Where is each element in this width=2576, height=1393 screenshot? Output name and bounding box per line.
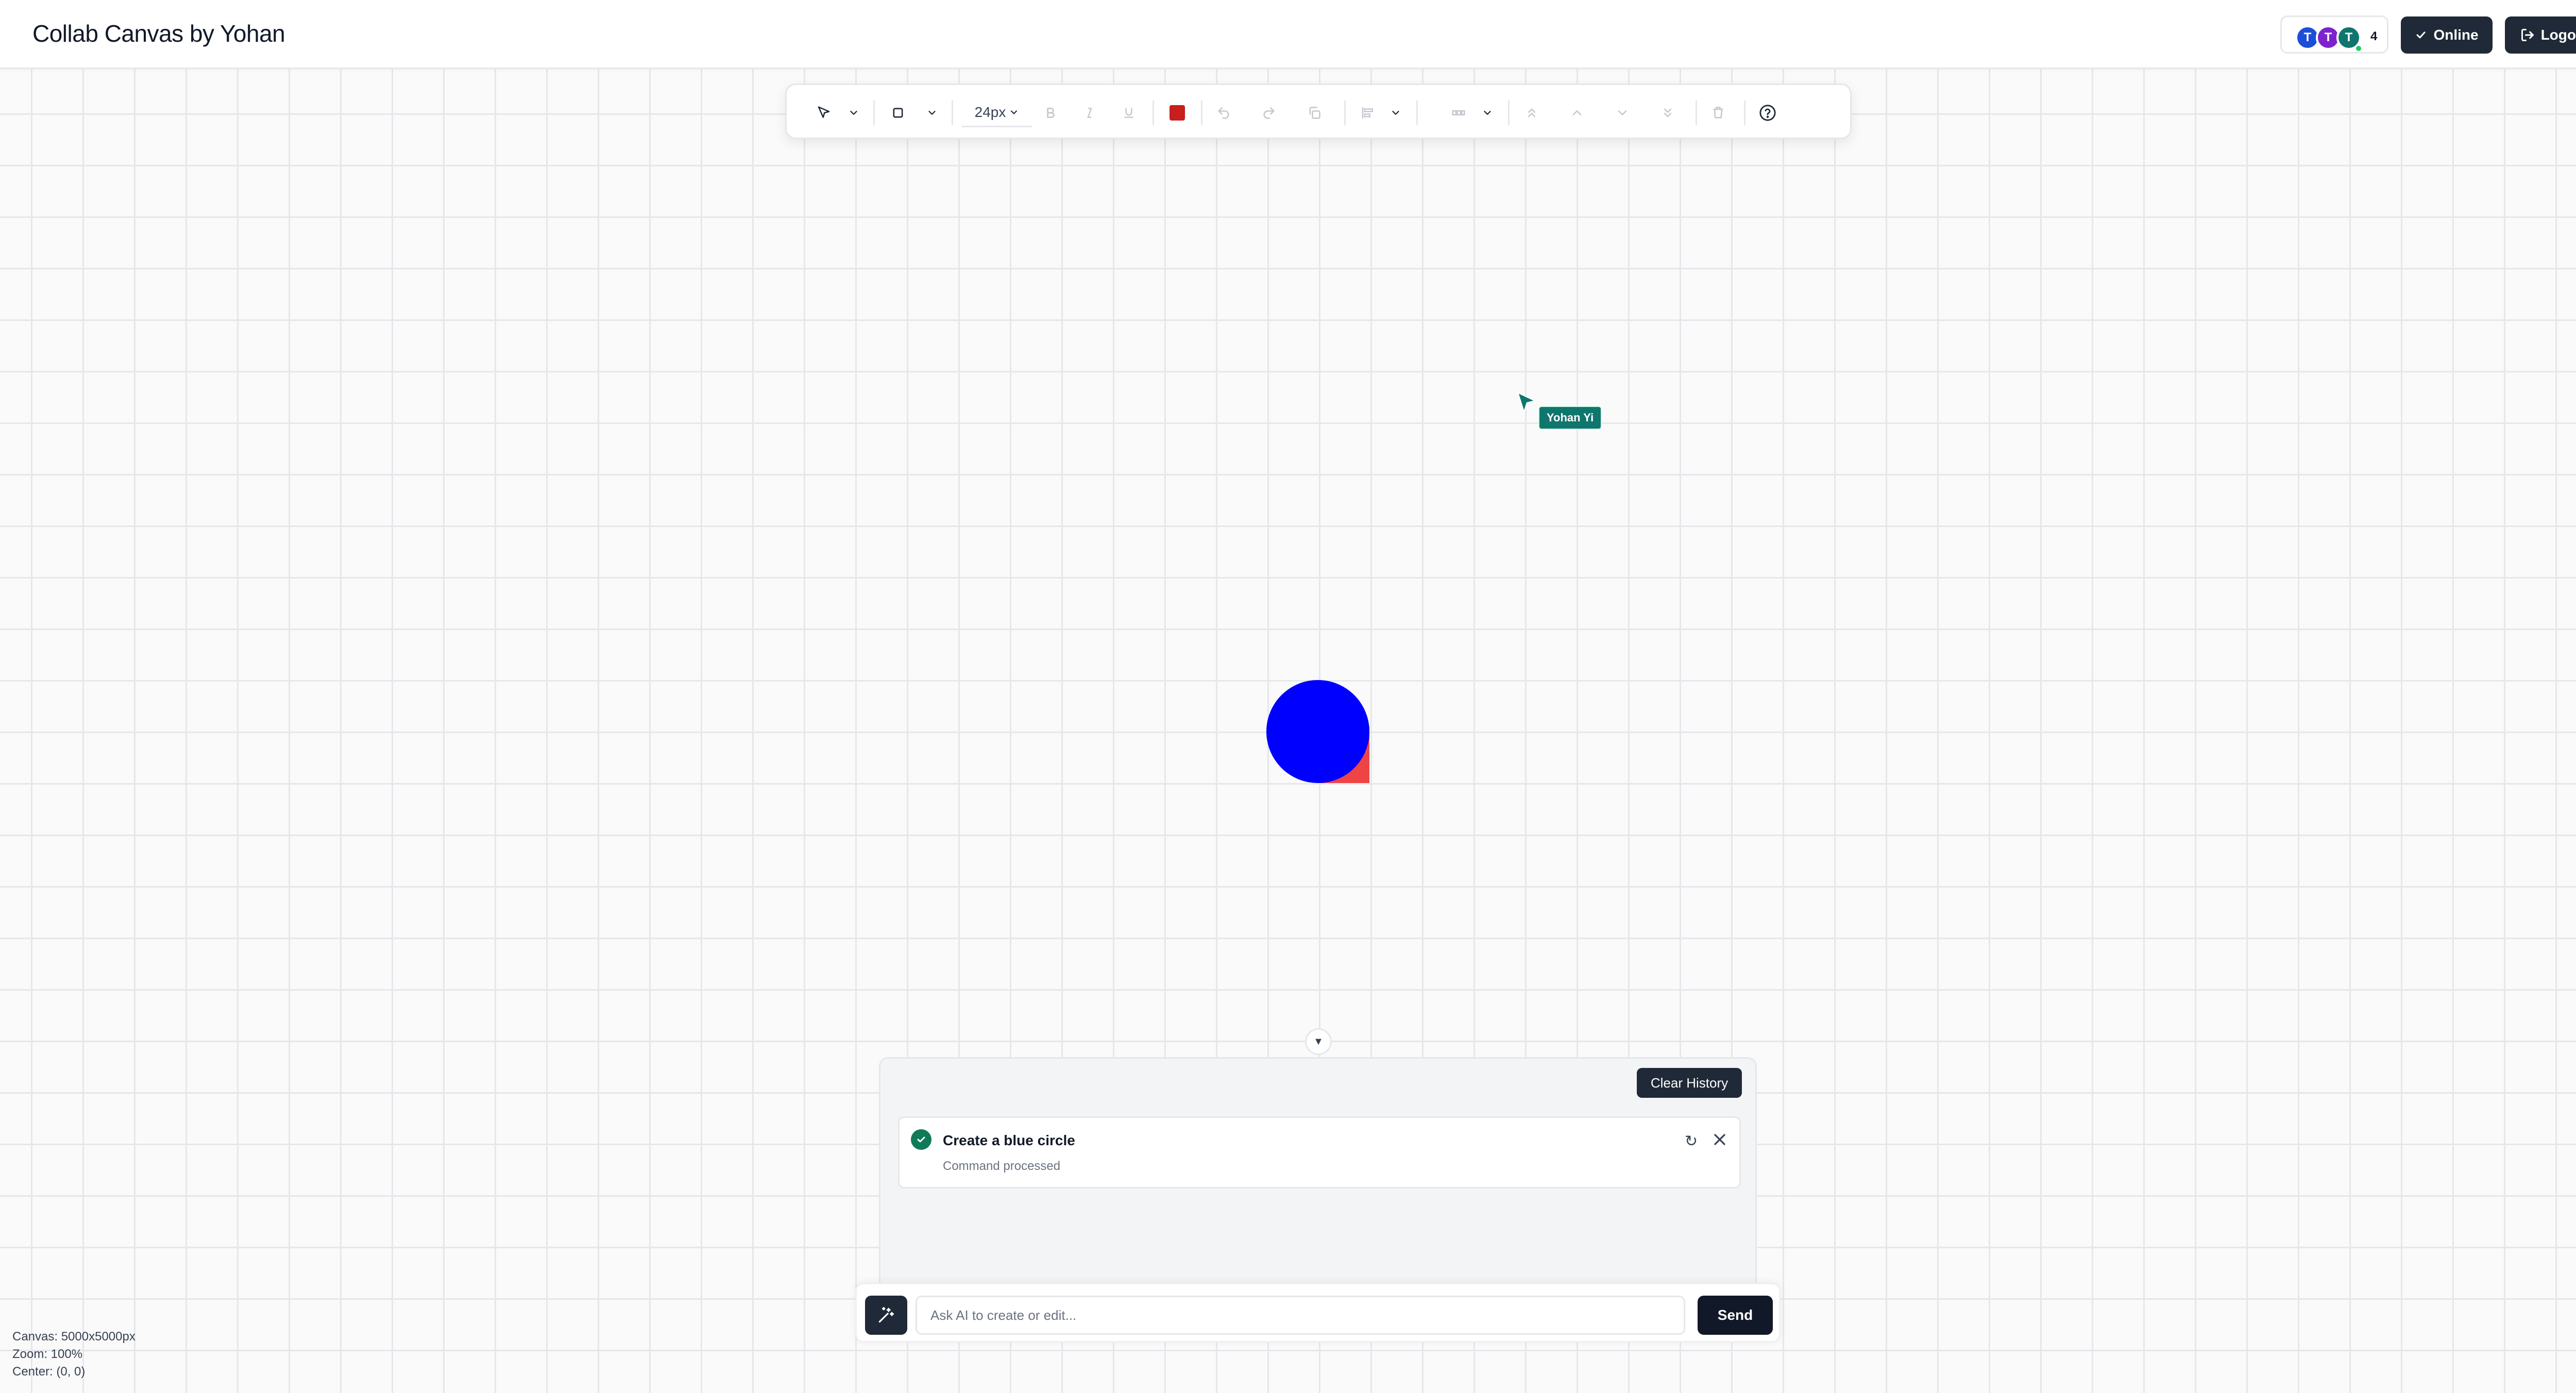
- send-backward-button[interactable]: [1608, 98, 1637, 127]
- remote-cursor-label: Yohan Yi: [1538, 406, 1602, 430]
- select-tool-dropdown[interactable]: [843, 98, 864, 127]
- shape-tool-dropdown[interactable]: [922, 98, 942, 127]
- online-users-indicator[interactable]: T T T 4: [2280, 15, 2388, 54]
- retry-icon[interactable]: ↻: [1685, 1132, 1698, 1150]
- send-button[interactable]: Send: [1698, 1296, 1773, 1335]
- toolbar-divider: [873, 100, 875, 125]
- success-check-icon: [911, 1129, 931, 1150]
- fill-color-swatch: [1170, 105, 1185, 121]
- font-size-select[interactable]: 24px: [962, 98, 1032, 127]
- history-item: Create a blue circle Command processed ↻: [898, 1116, 1741, 1188]
- bring-forward-button[interactable]: [1563, 98, 1591, 127]
- chevron-down-icon: [928, 111, 936, 115]
- italic-button[interactable]: [1075, 98, 1104, 127]
- redo-icon: [1263, 107, 1275, 119]
- send-to-back-button[interactable]: [1653, 98, 1682, 127]
- align-icon: [1362, 107, 1373, 119]
- chevron-down-icon: [1484, 111, 1491, 115]
- bold-icon: [1047, 107, 1055, 118]
- collapse-panel-button[interactable]: ▼: [1305, 1028, 1332, 1055]
- duplicate-button[interactable]: [1300, 98, 1329, 127]
- online-status-dot: [2355, 45, 2362, 52]
- logout-label: Logout: [2540, 27, 2576, 43]
- center-label: Center: (0, 0): [12, 1365, 86, 1379]
- copy-icon: [1309, 107, 1320, 119]
- chevron-down-icon: [850, 111, 857, 115]
- distribute-button[interactable]: [1444, 98, 1473, 127]
- canvas-status-info: Canvas: 5000x5000px Zoom: 100% Center: (…: [12, 1328, 135, 1381]
- online-label: Online: [2433, 27, 2479, 43]
- app-header: Collab Canvas by Yohan T T T 4 Online Lo…: [0, 0, 2576, 69]
- ai-input-bar: Send: [855, 1283, 1781, 1343]
- shape-tool-button[interactable]: [884, 98, 912, 127]
- delete-button[interactable]: [1704, 98, 1733, 127]
- online-user-count: 4: [2370, 29, 2378, 43]
- underline-icon: [1124, 108, 1133, 118]
- chevron-up-icon: [1572, 110, 1582, 115]
- zoom-label: Zoom: 100%: [12, 1347, 83, 1361]
- toolbar-divider: [1344, 100, 1346, 125]
- ai-prompt-input[interactable]: [916, 1296, 1685, 1335]
- toolbar-divider: [1696, 100, 1697, 125]
- ai-history-panel: Clear History Create a blue circle Comma…: [879, 1057, 1757, 1315]
- chevron-down-icon: [1011, 110, 1018, 114]
- distribute-icon: [1452, 110, 1465, 115]
- toolbar-divider: [952, 100, 953, 125]
- italic-icon: [1087, 108, 1092, 118]
- caret-down-icon: ▼: [1313, 1035, 1324, 1047]
- bold-button[interactable]: [1036, 98, 1065, 127]
- history-status: Command processed: [943, 1159, 1061, 1173]
- logout-icon: [2521, 29, 2534, 41]
- history-command: Create a blue circle: [943, 1132, 1075, 1148]
- ai-sparkle-button[interactable]: [865, 1296, 907, 1335]
- toolbar-divider: [1508, 100, 1510, 125]
- chevron-down-icon: [1392, 111, 1399, 115]
- app-title: Collab Canvas by Yohan: [32, 20, 285, 47]
- underline-button[interactable]: [1114, 98, 1143, 127]
- chevrons-up-icon: [1528, 108, 1536, 117]
- close-icon[interactable]: [1710, 1130, 1729, 1149]
- align-button[interactable]: [1353, 98, 1382, 127]
- bring-to-front-button[interactable]: [1517, 98, 1546, 127]
- magic-wand-icon: [878, 1307, 894, 1323]
- trash-icon: [1713, 107, 1723, 118]
- select-tool-button[interactable]: [809, 98, 838, 127]
- redo-button[interactable]: [1255, 98, 1283, 127]
- square-icon: [893, 108, 903, 118]
- remote-cursor-icon: [1517, 392, 1536, 413]
- undo-icon: [1218, 107, 1229, 119]
- logout-button[interactable]: Logout: [2505, 16, 2576, 54]
- online-status-button[interactable]: Online: [2401, 16, 2493, 54]
- toolbar-divider: [1416, 100, 1418, 125]
- canvas-size-label: Canvas: 5000x5000px: [12, 1330, 135, 1344]
- toolbar-divider: [1744, 100, 1745, 125]
- check-icon: [2416, 31, 2426, 39]
- help-circle-icon: [1759, 105, 1776, 121]
- font-size-value: 24px: [974, 104, 1006, 120]
- help-button[interactable]: [1753, 98, 1782, 127]
- toolbar-divider: [1153, 100, 1154, 125]
- align-dropdown[interactable]: [1385, 98, 1406, 127]
- clear-history-button[interactable]: Clear History: [1637, 1068, 1742, 1098]
- toolbar-divider: [1201, 100, 1202, 125]
- undo-button[interactable]: [1209, 98, 1238, 127]
- cursor-arrow-icon: [818, 106, 830, 118]
- canvas-circle-shape[interactable]: [1266, 680, 1369, 783]
- chevrons-down-icon: [1664, 108, 1672, 117]
- canvas-toolbar: 24px: [785, 83, 1852, 139]
- chevron-down-icon: [1618, 110, 1627, 115]
- distribute-dropdown[interactable]: [1477, 98, 1498, 127]
- fill-color-button[interactable]: [1163, 98, 1192, 127]
